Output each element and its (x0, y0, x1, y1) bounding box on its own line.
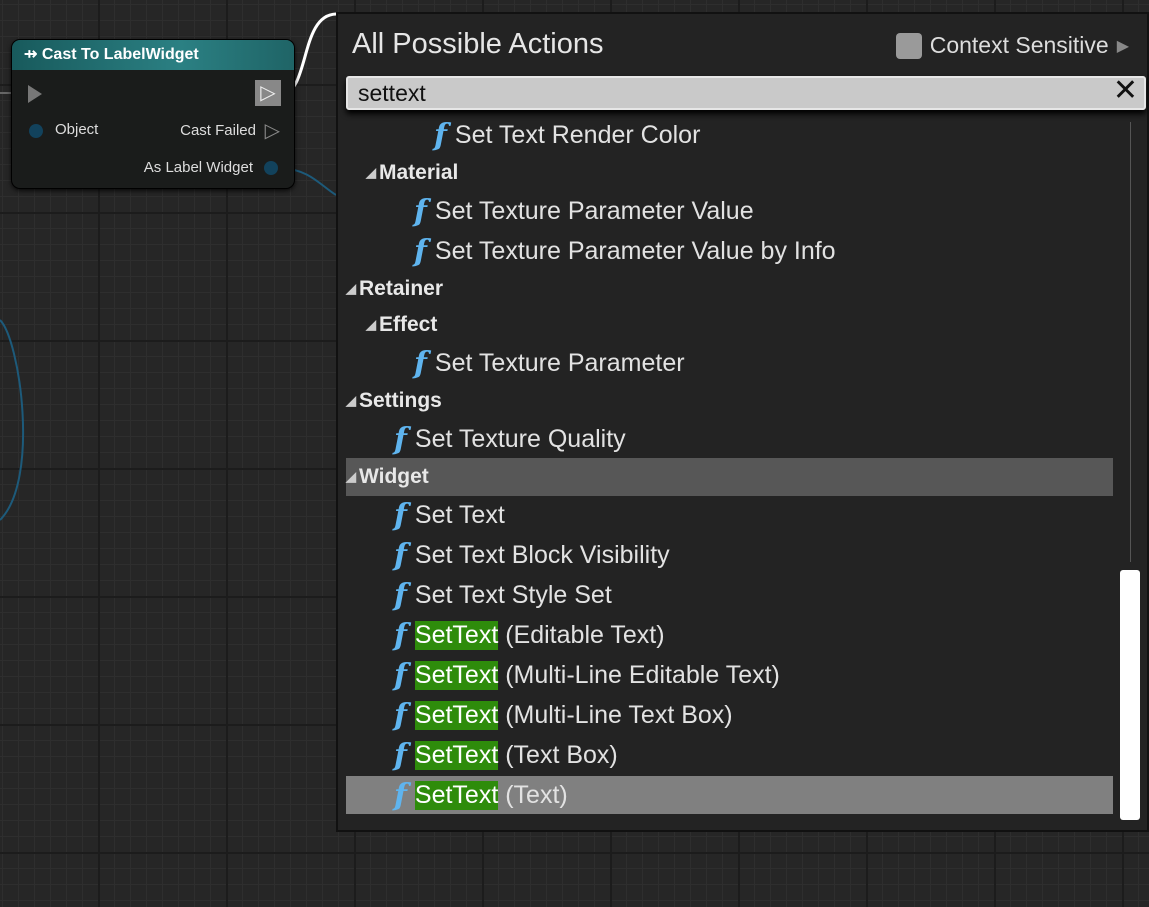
search-input[interactable]: settext ✕ (346, 76, 1146, 110)
action-label: Set Text Style Set (414, 580, 612, 609)
as-label-widget-pin[interactable] (264, 161, 278, 175)
function-icon: f (394, 697, 407, 733)
as-label-widget-label: As Label Widget (143, 159, 253, 176)
category-row[interactable]: ◢ Retainer (346, 270, 1113, 308)
node-title: Cast To LabelWidget (41, 46, 199, 63)
function-icon: f (394, 421, 407, 457)
chevron-right-icon: ▶ (1116, 37, 1129, 55)
action-label: Set Text (414, 500, 505, 529)
action-item[interactable]: f Set Text Block Visibility (346, 536, 1113, 574)
action-item[interactable]: f Set Texture Parameter (346, 344, 1113, 382)
exec-out-pin[interactable]: ▷ (255, 80, 281, 106)
menu-title: All Possible Actions (352, 28, 604, 60)
action-label: (Multi-Line Editable Text) (498, 660, 780, 689)
action-item[interactable]: f Set Texture Parameter Value by Info (346, 232, 1113, 270)
scrollbar-track[interactable] (1130, 122, 1131, 562)
search-match-highlight: SetText (414, 660, 499, 690)
action-label: Set Texture Parameter (434, 348, 685, 377)
object-pin-label: Object (55, 121, 99, 138)
category-label: Retainer (359, 277, 444, 300)
action-label: Set Texture Parameter Value by Info (434, 236, 836, 265)
function-icon: f (414, 345, 427, 381)
category-label: Material (379, 161, 459, 184)
action-label: Set Texture Quality (414, 424, 626, 453)
collapse-triangle-icon[interactable]: ◢ (366, 165, 376, 181)
action-menu: All Possible Actions Context Sensitive ▶ … (336, 12, 1149, 832)
object-wire (0, 319, 25, 521)
collapse-triangle-icon[interactable]: ◢ (346, 281, 356, 297)
action-label: (Text Box) (498, 740, 618, 769)
scrollbar-thumb[interactable] (1120, 570, 1140, 820)
collapse-triangle-icon[interactable]: ◢ (346, 393, 356, 409)
category-label: Effect (379, 313, 438, 336)
search-match-highlight: SetText (414, 620, 499, 650)
close-icon[interactable]: ✕ (1113, 76, 1138, 106)
function-icon: f (394, 777, 407, 813)
function-icon: f (394, 497, 407, 533)
exec-in-pin[interactable] (28, 85, 42, 103)
context-sensitive-toggle[interactable]: Context Sensitive ▶ (895, 32, 1129, 59)
action-label: (Text) (498, 780, 568, 809)
category-label: Widget (359, 465, 429, 488)
action-label: Set Texture Parameter Value (434, 196, 754, 225)
action-item[interactable]: f SetText (Multi-Line Editable Text) (346, 656, 1113, 694)
action-item[interactable]: f Set Texture Quality (346, 420, 1113, 458)
function-icon: f (394, 737, 407, 773)
action-item[interactable]: f SetText (Text Box) (346, 736, 1113, 774)
action-label: (Editable Text) (498, 620, 665, 649)
action-item[interactable]: f SetText (Editable Text) (346, 616, 1113, 654)
action-item[interactable]: f SetText (Multi-Line Text Box) (346, 696, 1113, 734)
function-icon: f (414, 193, 427, 229)
action-label: Set Text Block Visibility (414, 540, 670, 569)
collapse-triangle-icon[interactable]: ◢ (366, 317, 376, 333)
action-item[interactable]: f Set Text (346, 496, 1113, 534)
category-row[interactable]: ◢ Material (346, 154, 1113, 192)
collapse-triangle-icon[interactable]: ◢ (346, 469, 356, 485)
search-match-highlight: SetText (414, 700, 499, 730)
function-icon: f (394, 577, 407, 613)
function-icon: f (394, 537, 407, 573)
action-item[interactable]: f SetText (Text) (346, 776, 1113, 814)
function-icon: f (434, 117, 447, 153)
action-item[interactable]: f Set Text Render Color (346, 116, 1113, 154)
action-item[interactable]: f Set Text Style Set (346, 576, 1113, 614)
category-row[interactable]: ◢ Effect (346, 306, 1113, 344)
cast-node[interactable]: ⇸ Cast To LabelWidget ▷ Object Cast Fail… (12, 40, 294, 188)
search-match-highlight: SetText (414, 780, 499, 810)
function-icon: f (414, 233, 427, 269)
search-value: settext (358, 80, 426, 106)
category-label: Settings (359, 389, 442, 412)
category-row[interactable]: ◢ Widget (346, 458, 1113, 496)
cast-failed-pin[interactable]: ▷ (265, 118, 280, 143)
context-sensitive-label: Context Sensitive (929, 32, 1109, 58)
search-match-highlight: SetText (414, 740, 499, 770)
cast-icon: ⇸ (24, 46, 42, 63)
object-pin[interactable] (29, 124, 43, 138)
action-item[interactable]: f Set Texture Parameter Value (346, 192, 1113, 230)
function-icon: f (394, 617, 407, 653)
action-label: (Multi-Line Text Box) (498, 700, 733, 729)
checkbox[interactable] (895, 32, 922, 59)
cast-failed-label: Cast Failed (180, 122, 256, 139)
node-header: ⇸ Cast To LabelWidget (12, 40, 294, 70)
category-row[interactable]: ◢ Settings (346, 382, 1113, 420)
function-icon: f (394, 657, 407, 693)
action-label: Set Text Render Color (454, 120, 701, 149)
